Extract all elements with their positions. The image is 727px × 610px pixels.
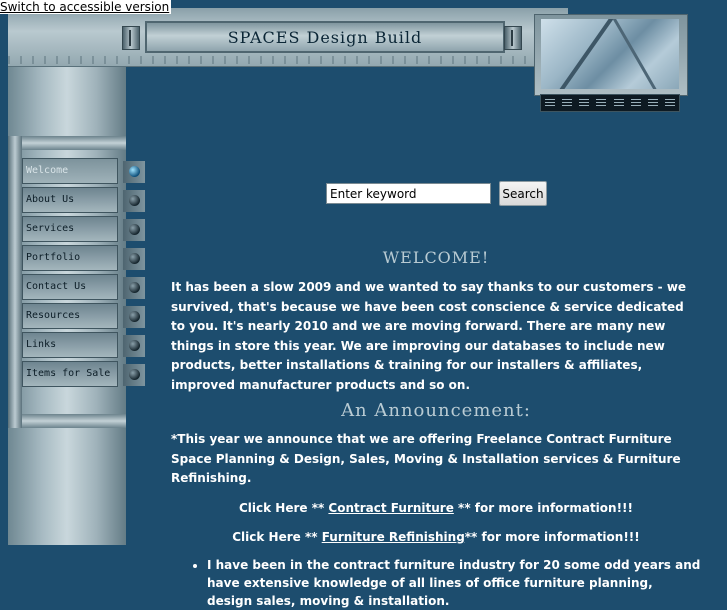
nav-item-label: Portfolio	[26, 252, 81, 263]
nav-item-label: Links	[26, 339, 57, 350]
filmstrip-decoration	[540, 94, 680, 112]
more-info-text: ** for more information!!!	[464, 529, 640, 544]
nav-item-about-us[interactable]: About Us	[22, 187, 145, 213]
rivet-strip	[8, 56, 568, 64]
nav-knob-icon	[123, 306, 145, 328]
welcome-heading: WELCOME!	[382, 248, 490, 267]
nav-item-services[interactable]: Services	[22, 216, 145, 242]
click-here-text: Click Here **	[238, 500, 329, 515]
nav-item-label: Items for Sale	[26, 368, 111, 379]
nav-item-portfolio[interactable]: Portfolio	[22, 245, 145, 271]
more-info-text: ** for more information!!!	[453, 500, 634, 515]
nav-knob-icon	[123, 219, 145, 241]
nav-item-links[interactable]: Links	[22, 332, 145, 358]
furniture-refinishing-link[interactable]: Furniture Refinishing	[322, 530, 465, 544]
nav-item-resources[interactable]: Resources	[22, 303, 145, 329]
nav-item-label: Welcome	[26, 165, 69, 176]
search-button[interactable]: Search	[499, 181, 547, 206]
furniture-refinishing-line: Click Here ** Furniture Refinishing** fo…	[171, 527, 701, 547]
accessible-version-link[interactable]: Switch to accessible version	[0, 0, 172, 14]
nav-item-welcome[interactable]: Welcome	[22, 158, 145, 184]
nav-item-label: Resources	[26, 310, 81, 321]
nav-knob-icon	[123, 161, 145, 183]
left-bolt-icon	[122, 26, 140, 50]
experience-list: I have been in the contract furniture in…	[171, 556, 701, 610]
nav-knob-icon	[123, 335, 145, 357]
intro-paragraph: It has been a slow 2009 and we wanted to…	[171, 280, 687, 392]
nav-item-items-for-sale[interactable]: Items for Sale	[22, 361, 145, 387]
contract-furniture-line: Click Here ** Contract Furniture ** for …	[171, 498, 701, 518]
site-title: SPACES Design Build	[145, 21, 505, 53]
click-here-text: Click Here **	[232, 529, 322, 544]
announcement-heading: An Announcement:	[341, 400, 531, 421]
nav-knob-icon	[123, 364, 145, 386]
contract-furniture-link[interactable]: Contract Furniture	[328, 501, 453, 515]
main-content: WELCOME! It has been a slow 2009 and we …	[171, 248, 701, 610]
list-item: I have been in the contract furniture in…	[207, 556, 701, 610]
nav-knob-icon	[123, 277, 145, 299]
nav-item-label: Contact Us	[26, 281, 87, 292]
nav-item-label: Services	[26, 223, 75, 234]
main-nav: Welcome About Us Services Portfolio Cont…	[22, 158, 145, 390]
nav-item-contact-us[interactable]: Contact Us	[22, 274, 145, 300]
nav-knob-icon	[123, 248, 145, 270]
search-input[interactable]	[326, 183, 491, 204]
nav-item-label: About Us	[26, 194, 75, 205]
header-photo	[541, 19, 679, 89]
nav-knob-icon	[123, 190, 145, 212]
announcement-paragraph: *This year we announce that we are offer…	[171, 432, 681, 485]
right-bolt-icon	[504, 26, 522, 50]
